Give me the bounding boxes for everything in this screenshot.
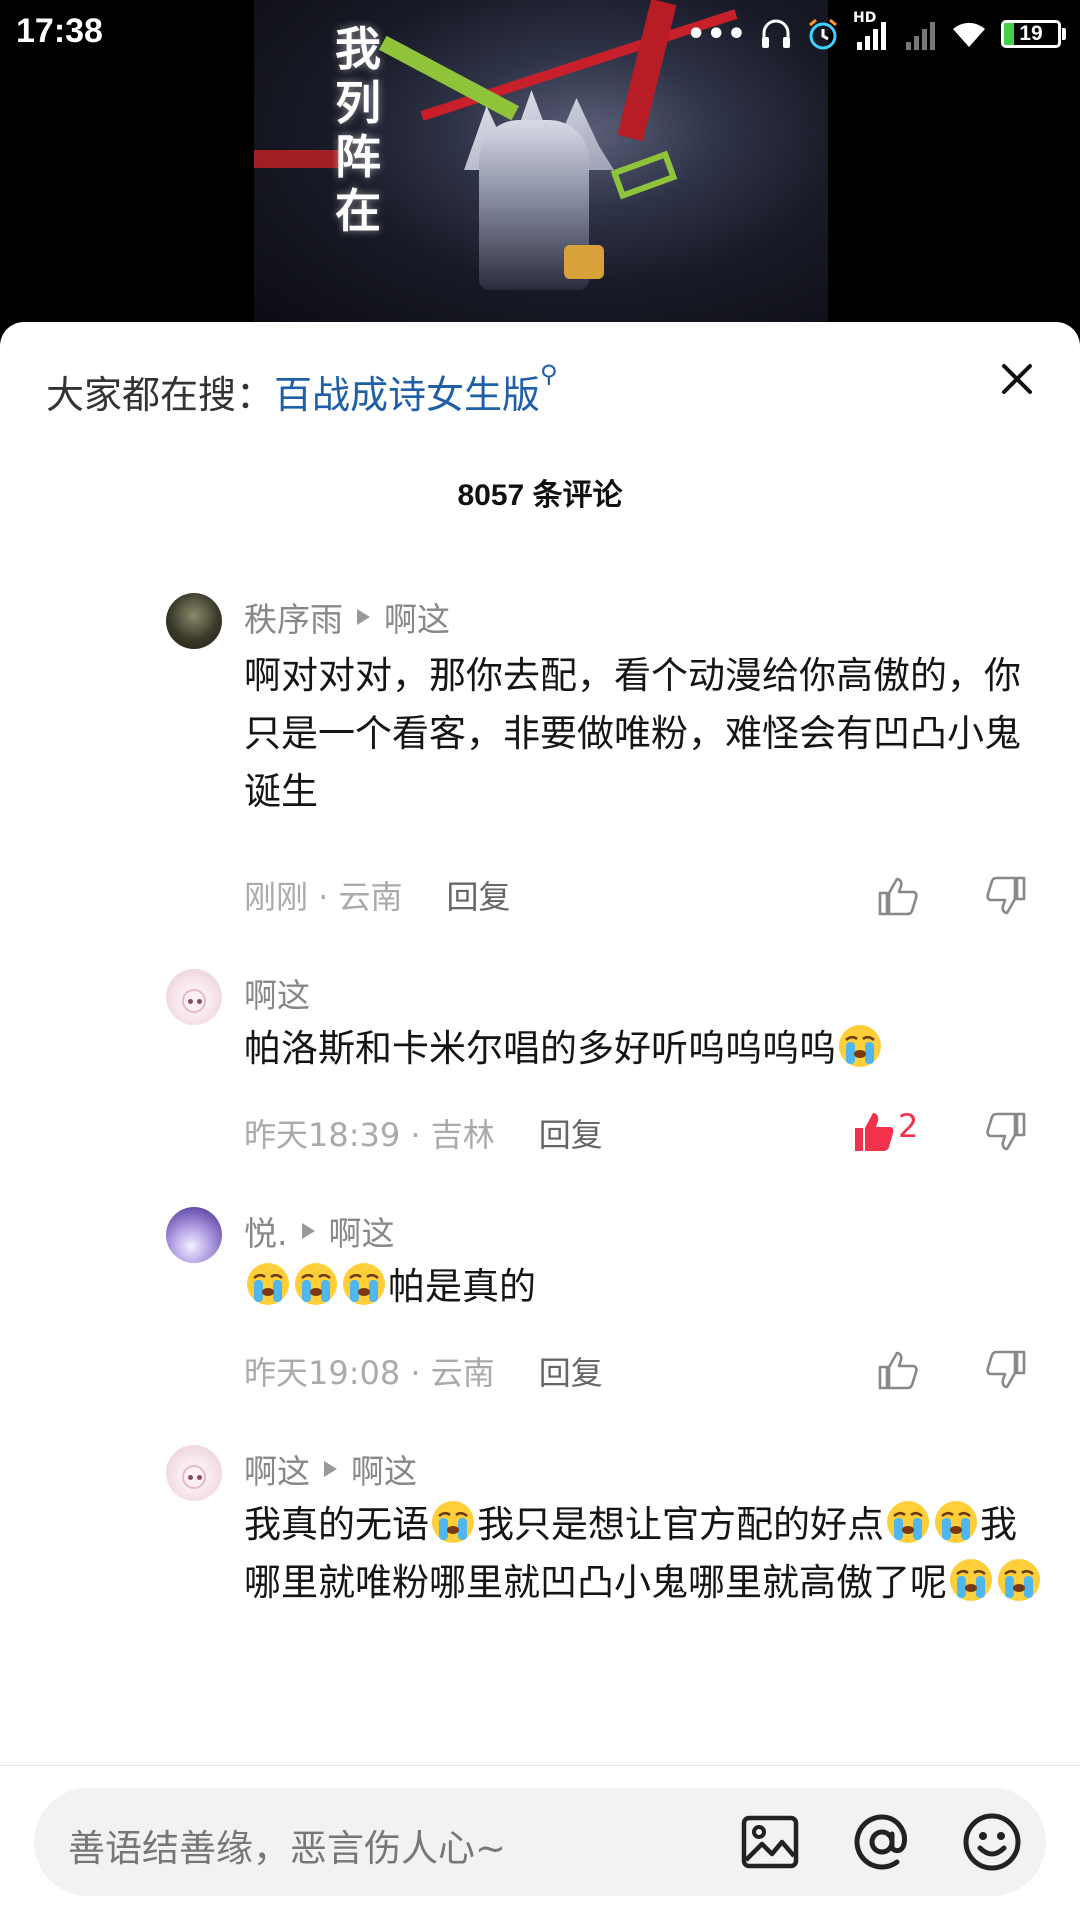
thumbs-up-icon[interactable]: [876, 874, 920, 918]
comment-text: 啊对对对，那你去配，看个动漫给你高傲的，你只是一个看客，非要做唯粉，难怪会有凹凸…: [244, 654, 1021, 813]
comment-text: 帕洛斯和卡米尔唱的多好听呜呜呜呜: [244, 1020, 1044, 1078]
comment-text-segment: 我只是想让官方配的好点: [477, 1503, 884, 1546]
comment-input-placeholder[interactable]: 善语结善缘，恶言伤人心~: [68, 1818, 506, 1872]
crying-emoji-icon: [933, 1499, 979, 1545]
crying-emoji-icon: [885, 1499, 931, 1545]
close-icon[interactable]: [994, 356, 1040, 402]
crying-emoji-icon: [293, 1261, 339, 1307]
comment-time-location: 刚刚 · 云南: [244, 878, 403, 916]
crying-emoji-icon: [837, 1023, 883, 1069]
trending-search-link[interactable]: 百战成诗女生版: [274, 373, 540, 417]
reply-arrow-icon: [301, 1223, 315, 1239]
comment-header: 秩序雨 啊这: [244, 593, 450, 641]
comment-meta: 昨天18:39 · 吉林 回复: [244, 1110, 603, 1156]
like-count: 2: [898, 1107, 919, 1145]
comment-header: 悦. 啊这: [244, 1207, 395, 1255]
comment-time-location: 昨天18:39 · 吉林: [244, 1116, 495, 1154]
crying-emoji-icon: [341, 1261, 387, 1307]
more-dots-icon: •••: [686, 16, 747, 52]
trending-search[interactable]: 大家都在搜：百战成诗女生版⚲: [46, 360, 558, 419]
signal-icon: HD: [853, 10, 891, 52]
video-overlay-char: 在: [335, 184, 381, 238]
alarm-icon: [809, 18, 837, 50]
avatar[interactable]: [166, 1445, 222, 1501]
headset-icon: [762, 19, 790, 48]
username[interactable]: 啊这: [244, 1445, 310, 1493]
comment-meta: 昨天19:08 · 云南 回复: [244, 1348, 603, 1394]
crying-emoji-icon: [430, 1499, 476, 1545]
video-overlay-char: 列: [335, 76, 381, 130]
reply-button[interactable]: 回复: [539, 1354, 603, 1392]
signal-icon: [906, 22, 935, 50]
video-decor: [610, 150, 678, 200]
status-icons: ••• HD 19: [686, 10, 1066, 54]
thumbs-down-icon[interactable]: [984, 1348, 1028, 1392]
username[interactable]: 秩序雨: [244, 593, 343, 641]
comment-text: 我真的无语我只是想让官方配的好点我哪里就唯粉哪里就凹凸小鬼哪里就高傲了呢他还把我…: [244, 1496, 1044, 1607]
comment-header: 啊这: [244, 969, 310, 1017]
reply-button[interactable]: 回复: [447, 878, 511, 916]
search-icon: ⚲: [540, 360, 558, 388]
emoji-icon[interactable]: [960, 1810, 1024, 1874]
comments-sheet: 大家都在搜：百战成诗女生版⚲ 8057 条评论 秩序雨 啊这 啊对对对，那你去配…: [0, 322, 1080, 1920]
comment-list[interactable]: 秩序雨 啊这 啊对对对，那你去配，看个动漫给你高傲的，你只是一个看客，非要做唯粉…: [0, 532, 1080, 1607]
comment-text-segment: 我真的无语: [244, 1503, 429, 1546]
thumbs-down-icon[interactable]: [984, 874, 1028, 918]
crying-emoji-icon: [948, 1557, 994, 1603]
thumbs-down-icon[interactable]: [984, 1110, 1028, 1154]
avatar[interactable]: [166, 969, 222, 1025]
crying-emoji-icon: [245, 1261, 291, 1307]
video-overlay-char: 阵: [335, 130, 381, 184]
comment-meta: 刚刚 · 云南 回复: [244, 872, 511, 918]
username[interactable]: 悦.: [244, 1207, 288, 1255]
comment-header: 啊这 啊这: [244, 1445, 417, 1493]
status-time: 17:38: [16, 12, 103, 50]
wifi-icon: [953, 22, 985, 47]
avatar[interactable]: [166, 593, 222, 649]
at-mention-icon[interactable]: [850, 1810, 914, 1874]
reply-arrow-icon: [324, 1461, 337, 1477]
reply-to-username[interactable]: 啊这: [351, 1445, 417, 1493]
image-icon[interactable]: [738, 1810, 802, 1874]
trending-search-prefix: 大家都在搜：: [46, 373, 275, 417]
reply-to-username[interactable]: 啊这: [329, 1207, 395, 1255]
reply-to-username[interactable]: 啊这: [384, 593, 450, 641]
username[interactable]: 啊这: [244, 969, 310, 1017]
reply-arrow-icon: [357, 609, 370, 625]
comment-input-bar: 善语结善缘，恶言伤人心~: [0, 1765, 1080, 1920]
avatar[interactable]: [166, 1207, 222, 1263]
comment-time-location: 昨天19:08 · 云南: [244, 1354, 495, 1392]
battery-percent: 19: [1019, 22, 1043, 45]
reply-button[interactable]: 回复: [539, 1116, 603, 1154]
battery-icon: 19: [1001, 20, 1066, 48]
thumbs-up-icon[interactable]: [876, 1348, 920, 1392]
video-decor: [564, 245, 604, 279]
crying-emoji-icon: [996, 1557, 1042, 1603]
thumbs-up-filled-icon[interactable]: [852, 1110, 896, 1154]
comment-text: 帕是真的: [244, 1258, 1044, 1316]
status-bar: 17:38 ••• HD 19: [0, 0, 1080, 66]
comment-count-title: 8057 条评论: [457, 479, 623, 512]
